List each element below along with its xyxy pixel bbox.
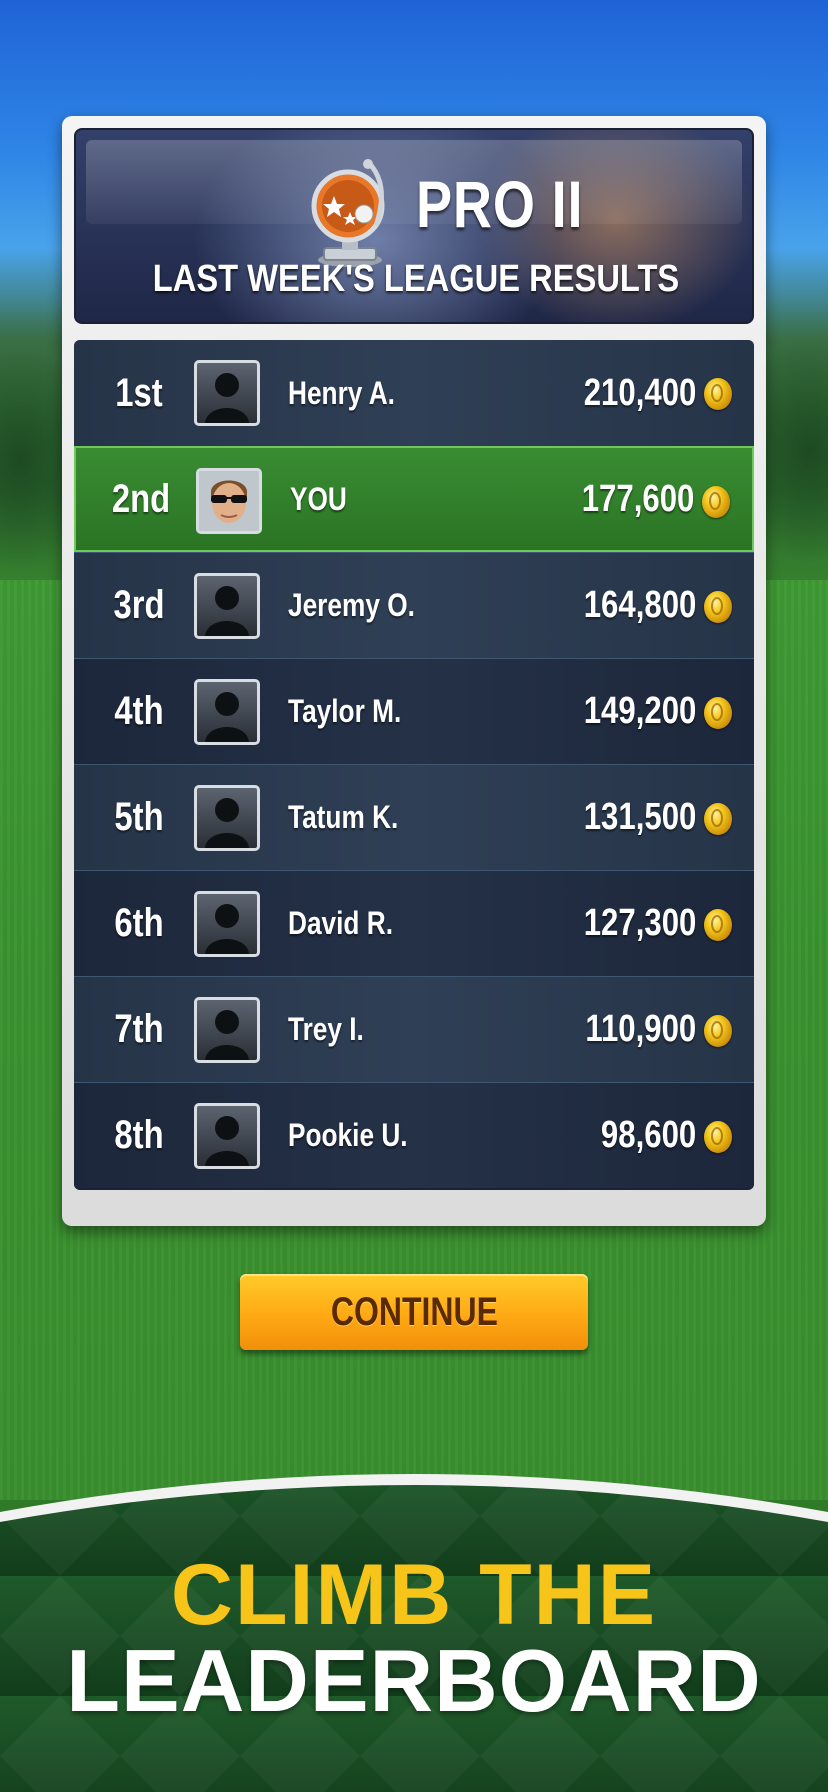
player-score: 210,400 xyxy=(583,371,696,414)
silhouette-avatar-icon xyxy=(194,997,260,1063)
rank-label: 5th xyxy=(114,795,164,839)
rank-label: 2nd xyxy=(111,476,171,521)
player-name: Tatum K. xyxy=(288,799,399,835)
player-score: 149,200 xyxy=(583,690,696,732)
league-title: PRO II xyxy=(416,167,584,241)
silhouette-avatar-icon xyxy=(194,1103,260,1169)
silhouette-avatar-icon xyxy=(194,785,260,851)
leaderboard-row[interactable]: 3rd Jeremy O. 164,800 xyxy=(74,552,754,658)
silhouette-avatar-icon xyxy=(194,679,260,745)
leaderboard-row[interactable]: 6th David R. 127,300 xyxy=(74,870,754,976)
header-gloss xyxy=(86,140,742,224)
player-name: YOU xyxy=(290,480,347,517)
continue-button[interactable]: CONTINUE xyxy=(240,1274,588,1350)
silhouette-avatar-icon xyxy=(194,573,260,639)
coin-icon xyxy=(702,486,730,518)
leaderboard-list: 1st Henry A. 210,400 2nd YOU 177,600 3rd… xyxy=(74,340,754,1190)
continue-button-label: CONTINUE xyxy=(330,1289,498,1334)
player-name: Henry A. xyxy=(288,374,395,411)
player-name: Jeremy O. xyxy=(288,587,415,623)
player-score: 131,500 xyxy=(583,796,696,838)
trophy-icon xyxy=(311,159,385,267)
coin-icon xyxy=(704,909,732,941)
coin-icon xyxy=(704,1121,732,1153)
rank-label: 3rd xyxy=(113,583,165,627)
rank-label: 4th xyxy=(114,689,164,733)
player-score: 98,600 xyxy=(600,1114,696,1156)
coin-icon xyxy=(704,1015,732,1047)
rank-label: 6th xyxy=(114,901,164,945)
coin-icon xyxy=(704,803,732,835)
leaderboard-row-you[interactable]: 2nd YOU 177,600 xyxy=(74,446,754,552)
league-results-panel: PRO II LAST WEEK'S LEAGUE RESULTS 1st He… xyxy=(62,116,766,1226)
leaderboard-row[interactable]: 1st Henry A. 210,400 xyxy=(74,340,754,446)
coin-icon xyxy=(704,378,732,410)
league-header: PRO II LAST WEEK'S LEAGUE RESULTS xyxy=(74,128,754,324)
player-score: 127,300 xyxy=(583,902,696,944)
player-name: David R. xyxy=(288,905,393,941)
coin-icon xyxy=(704,591,732,623)
leaderboard-row[interactable]: 7th Trey I. 110,900 xyxy=(74,976,754,1082)
coin-icon xyxy=(704,697,732,729)
leaderboard-row[interactable]: 8th Pookie U. 98,600 xyxy=(74,1082,754,1188)
player-score: 110,900 xyxy=(585,1008,696,1050)
leaderboard-row[interactable]: 5th Tatum K. 131,500 xyxy=(74,764,754,870)
player-name: Pookie U. xyxy=(288,1117,408,1153)
silhouette-avatar-icon xyxy=(194,891,260,957)
player-name: Taylor M. xyxy=(288,693,402,729)
player-name: Trey I. xyxy=(288,1011,364,1047)
promo-headline-line2: LEADERBOARD xyxy=(66,1631,762,1730)
silhouette-avatar-icon xyxy=(194,360,260,426)
player-score: 164,800 xyxy=(583,584,696,626)
rank-label: 8th xyxy=(114,1113,164,1157)
rank-label: 1st xyxy=(115,370,163,415)
rank-label: 7th xyxy=(114,1007,164,1051)
leaderboard-row[interactable]: 4th Taylor M. 149,200 xyxy=(74,658,754,764)
player-photo-avatar xyxy=(196,468,262,534)
league-subtitle: LAST WEEK'S LEAGUE RESULTS xyxy=(152,258,680,300)
player-score: 177,600 xyxy=(581,477,694,520)
